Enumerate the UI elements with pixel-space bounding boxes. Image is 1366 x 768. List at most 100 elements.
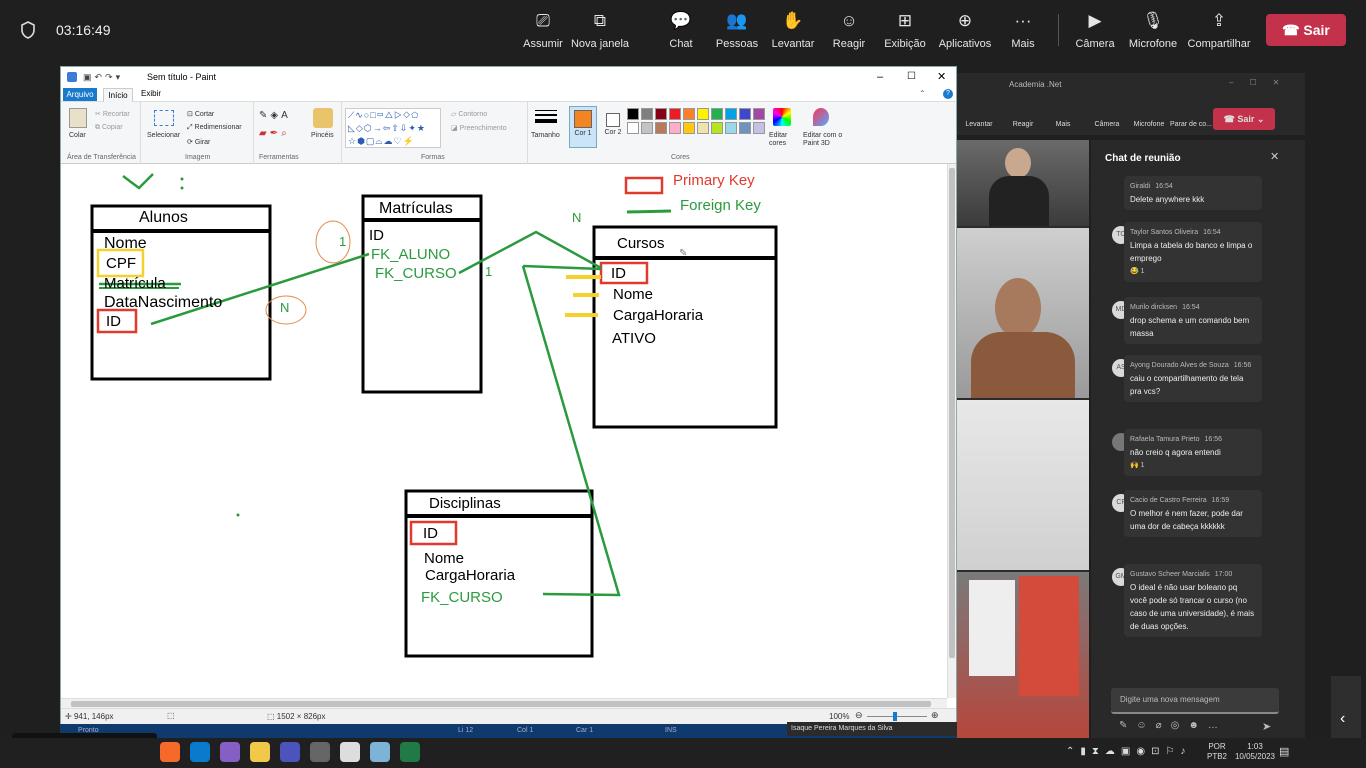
resize-button[interactable]: Redimensionar bbox=[195, 124, 242, 131]
message-reaction[interactable]: 😂 1 bbox=[1130, 265, 1256, 278]
help-icon[interactable]: ? bbox=[943, 89, 953, 99]
palette-swatch[interactable] bbox=[697, 108, 709, 120]
palette-swatch[interactable] bbox=[711, 108, 723, 120]
app-icon[interactable] bbox=[310, 742, 330, 762]
send-icon[interactable]: ➤ bbox=[1262, 720, 1271, 733]
teams-leave-button[interactable]: ☎ Sair ⌄ bbox=[1213, 108, 1275, 130]
zoom-out-icon[interactable]: ⊖ bbox=[855, 710, 863, 721]
leave-button[interactable]: ☎ Sair bbox=[1266, 14, 1346, 46]
palette-swatch[interactable] bbox=[641, 122, 653, 134]
color-palette[interactable] bbox=[627, 108, 767, 138]
size-button[interactable]: Tamanho bbox=[531, 132, 560, 139]
video-tile[interactable] bbox=[957, 228, 1089, 398]
palette-swatch[interactable] bbox=[683, 108, 695, 120]
palette-swatch[interactable] bbox=[753, 108, 765, 120]
palette-swatch[interactable] bbox=[725, 122, 737, 134]
palette-swatch[interactable] bbox=[627, 122, 639, 134]
edit-colors-button[interactable]: Editar cores bbox=[769, 132, 797, 148]
message-bubble[interactable]: Murilo dircksen 16:54 drop schema e um com… bbox=[1124, 297, 1262, 344]
app-icon[interactable] bbox=[250, 742, 270, 762]
tray-icons[interactable]: ⌃▮⧗☁▣◉⊡⚐♪ bbox=[1066, 746, 1191, 757]
palette-swatch[interactable] bbox=[669, 122, 681, 134]
outline-button[interactable]: Contorno bbox=[458, 111, 487, 118]
palette-swatch[interactable] bbox=[683, 122, 695, 134]
zoom-slider[interactable] bbox=[867, 716, 927, 717]
maximize-icon[interactable]: ☐ bbox=[907, 67, 916, 87]
vscode-icon[interactable] bbox=[190, 742, 210, 762]
palette-swatch[interactable] bbox=[627, 108, 639, 120]
collapse-ribbon-icon[interactable]: ⌃ bbox=[919, 89, 926, 98]
palette-swatch[interactable] bbox=[655, 108, 667, 120]
video-tile[interactable] bbox=[957, 572, 1089, 740]
palette-swatch[interactable] bbox=[697, 122, 709, 134]
toolbar-mic-button[interactable]: 🎙 Microfone bbox=[1122, 10, 1184, 54]
color1-selector[interactable]: Cor 1 bbox=[569, 106, 597, 148]
toolbar-chat-button[interactable]: 💬 Chat bbox=[650, 10, 712, 54]
toolbar-people-button[interactable]: 👥 Pessoas bbox=[706, 10, 768, 54]
tab-exibir[interactable]: Exibir bbox=[141, 89, 161, 98]
close-chat-icon[interactable]: ✕ bbox=[1270, 150, 1279, 163]
app-icon[interactable] bbox=[340, 742, 360, 762]
notifications-icon[interactable]: ▤ bbox=[1279, 745, 1289, 758]
palette-swatch[interactable] bbox=[739, 122, 751, 134]
palette-swatch[interactable] bbox=[753, 122, 765, 134]
message-bubble[interactable]: Ayong Dourado Alves de Souza 16:56 caiu o … bbox=[1124, 355, 1262, 402]
mini-toolbar-button[interactable]: Microfone bbox=[1127, 121, 1171, 128]
video-tile[interactable] bbox=[957, 140, 1089, 226]
palette-swatch[interactable] bbox=[739, 108, 751, 120]
toolbar-more-button[interactable]: ··· Mais bbox=[992, 10, 1054, 54]
tab-inicio[interactable]: Início bbox=[103, 88, 133, 102]
mini-toolbar-button[interactable]: Reagir bbox=[1001, 121, 1045, 128]
palette-swatch[interactable] bbox=[641, 108, 653, 120]
brushes-button[interactable]: Pincéis bbox=[311, 132, 334, 139]
mini-toolbar-button[interactable]: Parar de co... bbox=[1169, 121, 1213, 128]
cut-button[interactable]: Recortar bbox=[103, 111, 130, 118]
vertical-scrollbar[interactable] bbox=[947, 164, 956, 698]
toolbar-raise-hand-button[interactable]: ✋ Levantar bbox=[762, 10, 824, 54]
video-tile[interactable] bbox=[957, 400, 1089, 570]
copy-button[interactable]: Copiar bbox=[102, 124, 123, 131]
close-icon[interactable]: ✕ bbox=[937, 67, 946, 87]
paint-canvas[interactable]: Primary Key Foreign Key Alunos Nome CPF … bbox=[61, 164, 947, 698]
crop-button[interactable]: Cortar bbox=[195, 111, 214, 118]
excel-icon[interactable] bbox=[400, 742, 420, 762]
visual-studio-icon[interactable] bbox=[220, 742, 240, 762]
taskbar-clock[interactable]: 1:03 10/05/2023 bbox=[1230, 742, 1280, 762]
horizontal-scrollbar[interactable] bbox=[61, 698, 947, 708]
message-bubble[interactable]: Rafaela Tamura Prieto 16:56 não creio q ag… bbox=[1124, 429, 1262, 476]
message-reaction[interactable]: 🙌 1 bbox=[1130, 459, 1256, 472]
zoom-in-icon[interactable]: ⊕ bbox=[931, 710, 939, 721]
window-controls[interactable]: –☐✕ bbox=[1229, 78, 1295, 87]
palette-swatch[interactable] bbox=[725, 108, 737, 120]
chevron-left-icon[interactable]: ‹ bbox=[1340, 710, 1345, 728]
compose-actions[interactable]: ✎☺⌀◎☻… bbox=[1119, 720, 1227, 731]
teams-icon[interactable] bbox=[280, 742, 300, 762]
rotate-button[interactable]: Girar bbox=[195, 139, 211, 146]
palette-swatch[interactable] bbox=[669, 108, 681, 120]
color2-selector[interactable]: Cor 2 bbox=[601, 106, 625, 148]
keyboard-language[interactable]: POR PTB2 bbox=[1207, 742, 1227, 762]
paint3d-button[interactable]: Editar com o Paint 3D bbox=[803, 132, 843, 148]
toolbar-share-button[interactable]: ⇪ Compartilhar bbox=[1186, 10, 1252, 54]
quick-access-icons[interactable]: ▣↶↷▾ bbox=[83, 67, 123, 87]
toolbar-view-button[interactable]: ⊞ Exibição bbox=[874, 10, 936, 54]
brave-icon[interactable] bbox=[160, 742, 180, 762]
mini-toolbar-button[interactable]: Câmera bbox=[1085, 121, 1129, 128]
palette-swatch[interactable] bbox=[711, 122, 723, 134]
select-button[interactable]: Selecionar bbox=[147, 132, 180, 139]
message-bubble[interactable]: Cacio de Castro Ferreira 16:59 O melhor é … bbox=[1124, 490, 1262, 537]
fill-button[interactable]: Preenchimento bbox=[460, 125, 507, 132]
toolbar-react-button[interactable]: ☺ Reagir bbox=[818, 10, 880, 54]
minimize-icon[interactable]: – bbox=[877, 67, 883, 87]
mini-toolbar-button[interactable]: Levantar bbox=[957, 121, 1001, 128]
tools-icons[interactable]: ✎◈A bbox=[259, 110, 291, 121]
paste-button[interactable]: Colar bbox=[69, 132, 86, 139]
message-bubble[interactable]: Giraldi 16:54 Delete anywhere kkk bbox=[1124, 176, 1262, 210]
message-bubble[interactable]: Taylor Santos Oliveira 16:54 Limpa a tabel… bbox=[1124, 222, 1262, 282]
toolbar-camera-button[interactable]: ▶ Câmera bbox=[1064, 10, 1126, 54]
tab-arquivo[interactable]: Arquivo bbox=[63, 88, 97, 101]
paint-icon[interactable] bbox=[370, 742, 390, 762]
toolbar-share-screen-button[interactable]: ⎚ Assumir bbox=[512, 10, 574, 54]
toolbar-apps-button[interactable]: ⊕ Aplicativos bbox=[934, 10, 996, 54]
toolbar-new-window-button[interactable]: ⧉ Nova janela bbox=[569, 10, 631, 54]
